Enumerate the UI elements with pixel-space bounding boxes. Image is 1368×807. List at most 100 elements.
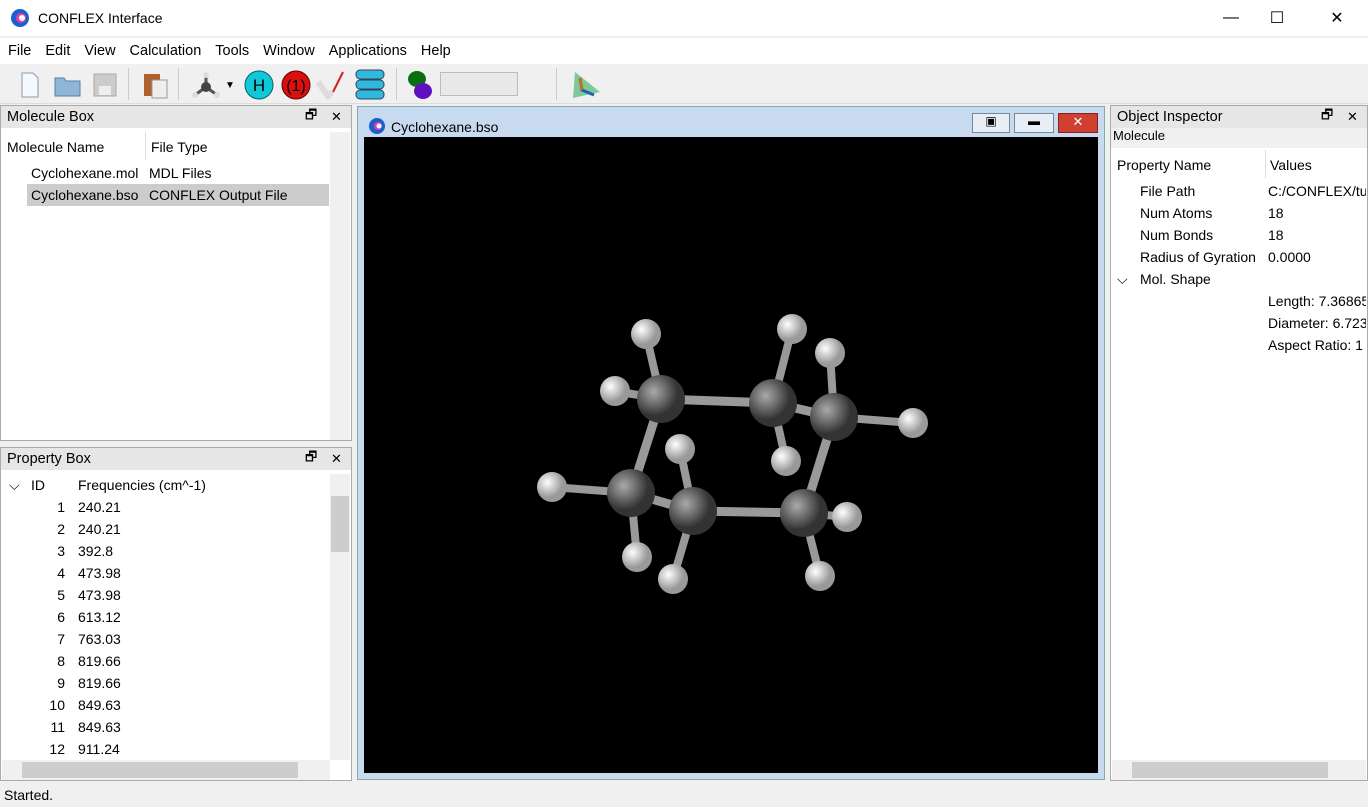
- panel-title: Molecule Box: [7, 109, 95, 125]
- menu-tools[interactable]: Tools: [208, 43, 256, 59]
- title-bar: CONFLEX Interface — ☐ ✕: [0, 0, 1368, 36]
- property-value: 18: [1268, 205, 1284, 221]
- shape-value: Length: 7.36865: [1268, 293, 1366, 309]
- float-icon[interactable]: 🗗: [1321, 106, 1333, 128]
- frequency-row[interactable]: 7 763.03: [21, 628, 321, 650]
- horizontal-scrollbar[interactable]: [1112, 760, 1366, 780]
- wand-icon[interactable]: [314, 69, 346, 101]
- frequency-row[interactable]: 4 473.98: [21, 562, 321, 584]
- scrollbar-thumb[interactable]: [331, 496, 349, 552]
- frequency-row[interactable]: 6 613.12: [21, 606, 321, 628]
- vertical-scrollbar[interactable]: [330, 474, 350, 760]
- hydrogen-atom: [898, 408, 928, 438]
- molecule-row-selected[interactable]: Cyclohexane.bso CONFLEX Output File: [27, 184, 329, 206]
- horizontal-scrollbar[interactable]: [2, 760, 330, 780]
- menu-view[interactable]: View: [77, 43, 122, 59]
- frequency-value: 849.63: [78, 697, 121, 713]
- column-header-molecule-name[interactable]: Molecule Name: [7, 136, 104, 158]
- menu-file[interactable]: File: [0, 43, 38, 59]
- charge-icon[interactable]: (1): [280, 69, 312, 101]
- frequency-row[interactable]: 11 849.63: [21, 716, 321, 738]
- save-icon[interactable]: [89, 69, 121, 101]
- menu-bar: File Edit View Calculation Tools Window …: [0, 38, 1368, 64]
- property-name: Radius of Gyration: [1140, 249, 1256, 265]
- axis-icon[interactable]: [570, 69, 602, 101]
- frequency-id: 3: [57, 543, 65, 559]
- close-panel-icon[interactable]: ✕: [1347, 109, 1358, 125]
- frequency-id: 8: [57, 653, 65, 669]
- frequency-row[interactable]: 5 473.98: [21, 584, 321, 606]
- frequency-id: 11: [50, 719, 65, 735]
- frequency-row[interactable]: 10 849.63: [21, 694, 321, 716]
- float-icon[interactable]: 🗗: [305, 448, 317, 470]
- hydrogen-atom: [771, 446, 801, 476]
- column-header-frequencies[interactable]: Frequencies (cm^-1): [78, 474, 206, 496]
- orbital-icon[interactable]: [404, 69, 436, 101]
- menu-help[interactable]: Help: [414, 43, 458, 59]
- vertical-scrollbar[interactable]: [330, 132, 350, 440]
- carbon-atom: [749, 379, 797, 427]
- open-folder-icon[interactable]: [52, 69, 84, 101]
- collapse-chevron-icon[interactable]: ⌵: [1117, 268, 1128, 290]
- dropdown-arrow-icon[interactable]: ▼: [222, 69, 238, 101]
- frequency-id: 7: [57, 631, 65, 647]
- frequency-row[interactable]: 2 240.21: [21, 518, 321, 540]
- property-box-panel: Property Box 🗗 ✕ ⌵ ID Frequencies (cm^-1)…: [0, 447, 352, 781]
- collapse-chevron-icon[interactable]: ⌵: [9, 474, 20, 496]
- minimize-viewer-button[interactable]: ▬: [1014, 113, 1054, 133]
- hydrogen-atom: [832, 502, 862, 532]
- column-header-values[interactable]: Values: [1270, 154, 1312, 176]
- frequency-row[interactable]: 8 819.66: [21, 650, 321, 672]
- new-file-icon[interactable]: [14, 69, 46, 101]
- frequency-id: 12: [49, 741, 65, 757]
- frequency-value: 849.63: [78, 719, 121, 735]
- maximize-button[interactable]: ☐: [1254, 0, 1300, 36]
- column-header-file-type[interactable]: File Type: [151, 136, 208, 158]
- hydrogen-atom: [658, 564, 688, 594]
- frequency-row[interactable]: 12 911.24: [21, 738, 321, 760]
- hydrogen-icon[interactable]: H: [243, 69, 275, 101]
- property-name: Num Bonds: [1140, 227, 1214, 243]
- property-name: File Path: [1140, 183, 1196, 199]
- hydrogen-atom: [777, 314, 807, 344]
- shape-value: Diameter: 6.723: [1268, 315, 1366, 331]
- molecule-row[interactable]: Cyclohexane.mol MDL Files: [27, 162, 329, 184]
- layers-icon[interactable]: [354, 69, 386, 101]
- close-panel-icon[interactable]: ✕: [331, 109, 342, 125]
- molecule-name: Cyclohexane.mol: [31, 165, 139, 181]
- menu-calculation[interactable]: Calculation: [123, 43, 209, 59]
- frequency-value: 911.24: [78, 741, 120, 757]
- minimize-button[interactable]: —: [1208, 0, 1254, 36]
- hydrogen-atom: [631, 319, 661, 349]
- carbon-atom: [810, 393, 858, 441]
- app-logo-icon: [11, 9, 29, 27]
- toolbar: ▼ H (1): [0, 64, 1368, 104]
- frequency-row[interactable]: 9 819.66: [21, 672, 321, 694]
- menu-window[interactable]: Window: [256, 43, 322, 59]
- menu-edit[interactable]: Edit: [38, 43, 77, 59]
- group-mol-shape[interactable]: Mol. Shape: [1140, 268, 1211, 290]
- column-header-id[interactable]: ID: [31, 474, 45, 496]
- menu-applications[interactable]: Applications: [322, 43, 414, 59]
- float-icon[interactable]: 🗗: [305, 106, 317, 128]
- property-name: Num Atoms: [1140, 205, 1213, 221]
- frequency-id: 2: [57, 521, 65, 537]
- frequency-value: 819.66: [78, 653, 121, 669]
- column-header-property-name[interactable]: Property Name: [1117, 154, 1211, 176]
- carbon-atom: [780, 489, 828, 537]
- object-inspector-panel: Object Inspector 🗗 ✕ Molecule Property Na…: [1110, 105, 1368, 781]
- hydrogen-atom: [665, 434, 695, 464]
- hydrogen-atom: [600, 376, 630, 406]
- frequency-row[interactable]: 1 240.21: [21, 496, 321, 518]
- molecule-3d-view[interactable]: [364, 137, 1098, 773]
- molecule-icon[interactable]: [190, 69, 222, 101]
- toolbar-field[interactable]: [440, 72, 518, 96]
- frequency-row[interactable]: 3 392.8: [21, 540, 321, 562]
- close-button[interactable]: ✕: [1314, 0, 1360, 36]
- close-panel-icon[interactable]: ✕: [331, 451, 342, 467]
- frequency-id: 9: [57, 675, 65, 691]
- close-viewer-button[interactable]: ✕: [1058, 113, 1098, 133]
- restore-button[interactable]: ▣: [972, 113, 1010, 133]
- file-type: MDL Files: [149, 165, 212, 181]
- paste-icon[interactable]: [140, 69, 172, 101]
